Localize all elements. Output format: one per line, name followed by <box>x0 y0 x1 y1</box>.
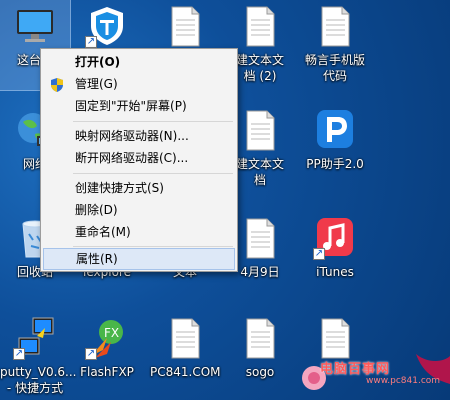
shortcut-arrow-icon: ↗ <box>313 248 325 260</box>
desktop-icon-label: PP助手2.0 <box>306 157 364 171</box>
desktop-icon-label: FlashFXP <box>80 365 134 379</box>
shortcut-arrow-icon: ↗ <box>85 36 97 48</box>
desktop-icon-pp-assistant[interactable]: PP助手2.0 <box>300 104 370 194</box>
menu-item-create-shortcut[interactable]: 创建快捷方式(S) <box>43 177 235 199</box>
desktop-icon-label: iTunes <box>316 265 354 279</box>
menu-item-delete[interactable]: 删除(D) <box>43 199 235 221</box>
document-icon <box>238 4 282 48</box>
shortcut-arrow-icon: ↗ <box>85 348 97 360</box>
document-icon <box>238 108 282 152</box>
desktop-icon-label: putty_V0.6... - 快捷方式 <box>0 365 77 395</box>
desktop-icon-putty[interactable]: ↗ putty_V0.6... - 快捷方式 <box>0 312 77 402</box>
menu-item-properties[interactable]: 属性(R) <box>43 248 235 270</box>
shortcut-arrow-icon: ↗ <box>13 348 25 360</box>
desktop-icon-label: 畅言手机版 代码 <box>304 53 365 83</box>
uac-shield-icon <box>51 77 63 92</box>
document-icon <box>163 316 207 360</box>
desktop-icon-itunes[interactable]: ↗ iTunes <box>300 212 370 302</box>
site-watermark: 电脑百事网 www.pc841.com <box>296 354 450 400</box>
desktop-icon-changyan-code[interactable]: 畅言手机版 代码 <box>300 0 370 90</box>
menu-separator <box>73 173 233 174</box>
menu-separator <box>73 246 233 247</box>
desktop-background: 这台电 ↗ 建文本文 档 (2) 畅言手机版 代码 网络 建文本文 档 PP助手… <box>0 0 450 400</box>
menu-item-pin-start[interactable]: 固定到"开始"屏幕(P) <box>43 95 235 117</box>
desktop-icon-sogo[interactable]: sogo <box>225 312 295 402</box>
menu-item-disconnect-network-drive[interactable]: 断开网络驱动器(C)... <box>43 147 235 169</box>
menu-item-label: 管理(G) <box>75 77 118 91</box>
menu-item-manage[interactable]: 管理(G) <box>43 73 235 95</box>
document-icon <box>238 316 282 360</box>
watermark-url: www.pc841.com <box>366 376 441 386</box>
pp-assistant-icon <box>313 108 357 152</box>
svg-text:FX: FX <box>104 326 119 340</box>
desktop-icon-flashfxp[interactable]: FX ↗ FlashFXP <box>72 312 142 402</box>
menu-separator <box>73 121 233 122</box>
desktop-icon-pc841[interactable]: PC841.COM <box>150 312 221 402</box>
desktop-icon-label: sogo <box>245 365 275 379</box>
document-icon <box>238 216 282 260</box>
watermark-text: 电脑百事网 <box>320 362 391 377</box>
document-icon <box>163 4 207 48</box>
menu-item-open[interactable]: 打开(O) <box>43 51 235 73</box>
desktop-icon-label: PC841.COM <box>150 365 221 379</box>
menu-item-map-network-drive[interactable]: 映射网络驱动器(N)... <box>43 125 235 147</box>
document-icon <box>313 4 357 48</box>
computer-icon <box>13 4 57 48</box>
context-menu: 打开(O) 管理(G) 固定到"开始"屏幕(P) 映射网络驱动器(N)... 断… <box>40 48 238 272</box>
menu-item-rename[interactable]: 重命名(M) <box>43 221 235 243</box>
